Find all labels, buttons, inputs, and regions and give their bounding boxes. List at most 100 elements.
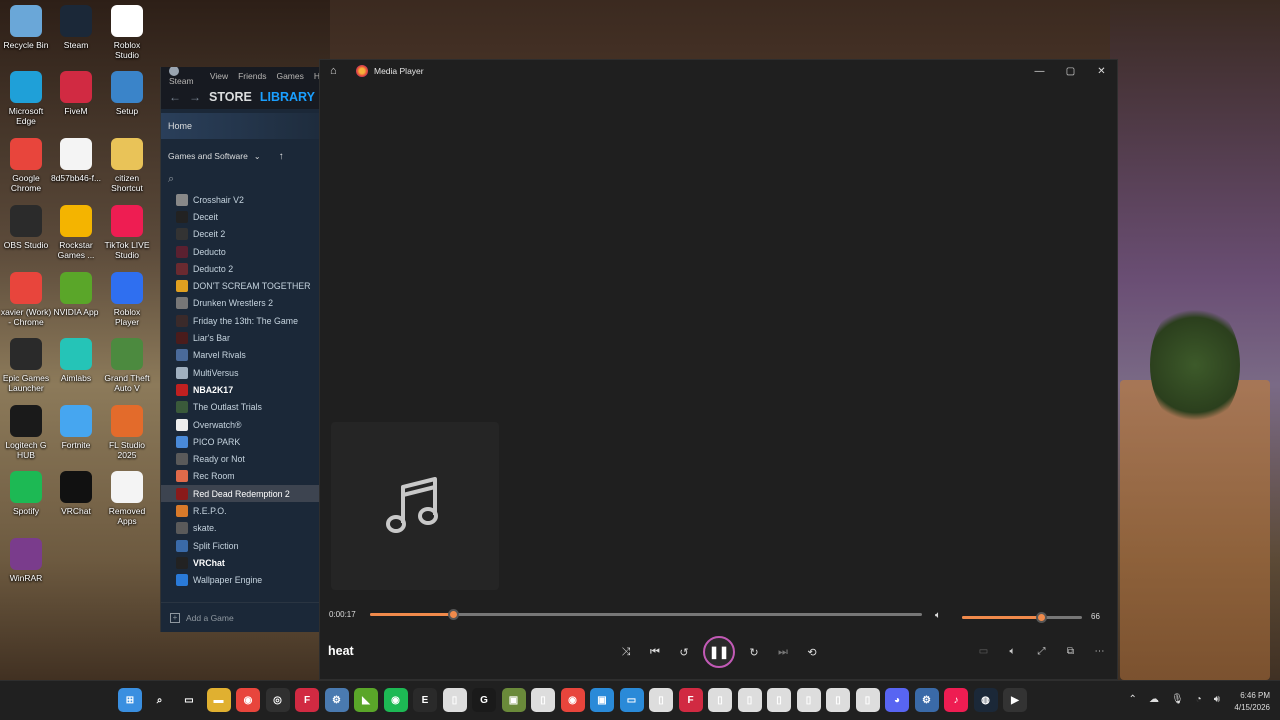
- desktop-icon-file[interactable]: 8d57bb46-f...: [50, 138, 102, 183]
- desktop-icon-winrar[interactable]: WinRAR: [0, 538, 52, 583]
- chrome-icon[interactable]: ◉: [236, 688, 260, 712]
- tiktok-icon[interactable]: ♪: [944, 688, 968, 712]
- steam-filter-dropdown[interactable]: Games and Software ⌄ ↑: [161, 143, 320, 169]
- start-icon[interactable]: ⊞: [118, 688, 142, 712]
- forward-arrow-icon[interactable]: →: [189, 90, 201, 104]
- desktop-icon-edge[interactable]: Microsoft Edge: [0, 71, 52, 126]
- file-icon-9[interactable]: ▯: [855, 688, 880, 712]
- media-player-icon[interactable]: ▶: [1003, 688, 1027, 712]
- file-icon-6[interactable]: ▯: [767, 688, 791, 712]
- speaker-icon[interactable]: 🔈︎: [1003, 642, 1022, 661]
- list-item[interactable]: Ready or Not: [161, 450, 320, 467]
- list-item[interactable]: Overwatch®: [161, 416, 320, 433]
- file-explorer-icon[interactable]: ▬: [206, 688, 231, 712]
- pause-button[interactable]: ❚❚: [703, 636, 735, 668]
- settings-icon[interactable]: ⚙: [324, 688, 349, 712]
- seek-thumb[interactable]: [447, 609, 459, 620]
- volume-slider[interactable]: [962, 612, 1082, 623]
- captions-icon[interactable]: ▭: [974, 642, 993, 661]
- desktop-icon-folder[interactable]: citizen Shortcut: [101, 138, 153, 193]
- desktop-icon-rockstar[interactable]: Rockstar Games ...: [50, 205, 102, 260]
- file-icon-7[interactable]: ▯: [796, 688, 821, 712]
- steam-menu-games[interactable]: Games: [276, 71, 303, 81]
- file-icon-5[interactable]: ▯: [737, 688, 762, 712]
- desktop-icon-tiktok[interactable]: TikTok LIVE Studio: [101, 205, 153, 260]
- fivem-icon-2[interactable]: F: [678, 688, 703, 712]
- list-item[interactable]: skate.: [161, 520, 320, 537]
- list-item[interactable]: DON'T SCREAM TOGETHER: [161, 277, 320, 294]
- desktop-icon-removed-apps[interactable]: Removed Apps: [101, 471, 153, 526]
- list-item[interactable]: The Outlast Trials: [161, 399, 320, 416]
- steam-search-input[interactable]: ⌕: [161, 169, 320, 189]
- list-item[interactable]: NBA2K17: [161, 381, 320, 398]
- steam-menu-steam[interactable]: Steam: [169, 67, 200, 86]
- microphone-icon[interactable]: 🎙︎: [1171, 694, 1184, 705]
- shuffle-icon[interactable]: ⤨: [616, 642, 636, 662]
- steam-menu-friends[interactable]: Friends: [238, 71, 266, 81]
- list-item[interactable]: PICO PARK: [161, 433, 320, 450]
- list-item[interactable]: Wallpaper Engine: [161, 572, 320, 589]
- desktop-icon-gta[interactable]: Grand Theft Auto V: [101, 338, 153, 393]
- chrome-profile-icon[interactable]: ◉: [560, 688, 585, 712]
- sort-icon[interactable]: ↑: [279, 151, 284, 162]
- discord-icon[interactable]: ◕: [885, 688, 909, 712]
- search-icon[interactable]: ⌕: [147, 688, 172, 712]
- network-icon[interactable]: ☁: [1149, 694, 1159, 705]
- desktop-icon-steam[interactable]: Steam: [50, 5, 102, 50]
- desktop-icon-obs[interactable]: OBS Studio: [0, 205, 52, 250]
- desktop-icon-setup[interactable]: Setup: [101, 71, 153, 116]
- volume-icon[interactable]: 🔈︎: [935, 610, 941, 621]
- desktop-icon-fivem[interactable]: FiveM: [50, 71, 102, 116]
- list-item[interactable]: Deducto: [161, 243, 320, 260]
- nvidia-icon[interactable]: ◣: [354, 688, 378, 712]
- desktop-icon-chrome-profile[interactable]: xavier (Work) - Chrome: [0, 272, 52, 327]
- skip-forward-30-icon[interactable]: ↻: [744, 642, 764, 662]
- desktop-icon-fl-studio[interactable]: FL Studio 2025: [101, 405, 153, 460]
- skip-back-10-icon[interactable]: ↺: [674, 642, 694, 662]
- list-item[interactable]: Liar's Bar: [161, 329, 320, 346]
- chevron-up-icon[interactable]: ⌃: [1129, 694, 1137, 705]
- more-options-icon[interactable]: ⋯: [1090, 642, 1109, 661]
- minecraft-icon[interactable]: ▣: [501, 688, 526, 712]
- steam-icon[interactable]: ◍: [973, 688, 998, 712]
- desktop-icon-fortnite[interactable]: Fortnite: [50, 405, 102, 450]
- file-icon-3[interactable]: ▯: [649, 688, 673, 712]
- list-item[interactable]: Split Fiction: [161, 537, 320, 554]
- list-item[interactable]: Rec Room: [161, 468, 320, 485]
- list-item[interactable]: Marvel Rivals: [161, 347, 320, 364]
- list-item[interactable]: Crosshair V2: [161, 191, 320, 208]
- desktop-icon-aimlabs[interactable]: Aimlabs: [50, 338, 102, 383]
- desktop-icon-nvidia[interactable]: NVIDIA App: [50, 272, 102, 317]
- fullscreen-icon[interactable]: ⤢: [1032, 642, 1051, 661]
- fivem-icon[interactable]: F: [295, 688, 319, 712]
- desktop-icon-roblox-studio[interactable]: Roblox Studio: [101, 5, 153, 60]
- file-icon[interactable]: ▯: [442, 688, 467, 712]
- maximize-button[interactable]: ▢: [1055, 60, 1086, 82]
- home-icon[interactable]: ⌂: [330, 65, 344, 77]
- clock[interactable]: 6:46 PM 4/15/2026: [1234, 690, 1270, 714]
- desktop-icon-vrchat[interactable]: VRChat: [50, 471, 102, 516]
- wifi-icon[interactable]: ◔: [1196, 694, 1202, 705]
- epic-icon[interactable]: E: [413, 688, 437, 712]
- steam-home-button[interactable]: Home: [161, 113, 320, 139]
- back-arrow-icon[interactable]: ←: [169, 90, 181, 104]
- desktop-icon-recycle-bin[interactable]: Recycle Bin: [0, 5, 52, 50]
- list-item[interactable]: Deducto 2: [161, 260, 320, 277]
- obs-icon[interactable]: ◎: [265, 688, 290, 712]
- list-item[interactable]: VRChat: [161, 554, 320, 571]
- window-icon[interactable]: ▭: [619, 688, 644, 712]
- desktop-icon-chrome[interactable]: Google Chrome: [0, 138, 52, 193]
- settings-icon-2[interactable]: ⚙: [914, 688, 939, 712]
- tab-library[interactable]: LIBRARY: [260, 90, 315, 104]
- tab-store[interactable]: STORE: [209, 90, 252, 104]
- app-icon[interactable]: ▣: [590, 688, 614, 712]
- desktop-icon-epic[interactable]: Epic Games Launcher: [0, 338, 52, 393]
- desktop-icon-roblox[interactable]: Roblox Player: [101, 272, 153, 327]
- list-item[interactable]: Deceit 2: [161, 226, 320, 243]
- media-player-window[interactable]: ⌂ Media Player — ▢ ✕ 0:00:17 🔈︎ 66 heat …: [319, 59, 1118, 680]
- volume-tray-icon[interactable]: 🔊︎: [1214, 694, 1220, 705]
- desktop-icon-logitech[interactable]: Logitech G HUB: [0, 405, 52, 460]
- list-item[interactable]: MultiVersus: [161, 364, 320, 381]
- next-icon[interactable]: ⏭︎: [773, 642, 793, 662]
- minimize-button[interactable]: —: [1024, 60, 1055, 82]
